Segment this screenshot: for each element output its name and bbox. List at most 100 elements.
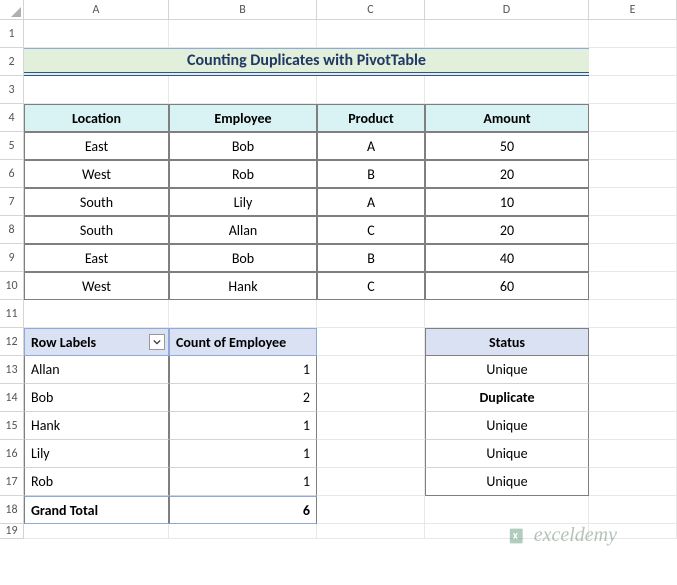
row-header-1[interactable]: 1 xyxy=(0,20,24,48)
cell-F8[interactable] xyxy=(589,216,677,244)
table-row[interactable]: 10 xyxy=(425,188,589,216)
status-cell[interactable]: Unique xyxy=(425,412,589,440)
table-row[interactable]: Rob xyxy=(169,160,317,188)
pivot-count[interactable]: 2 xyxy=(169,384,317,412)
pivot-row[interactable]: Bob xyxy=(24,384,169,412)
cell-C11[interactable] xyxy=(169,300,317,328)
table-row[interactable]: 40 xyxy=(425,244,589,272)
cell-F18[interactable] xyxy=(589,496,677,524)
cell-C3[interactable] xyxy=(169,76,317,104)
pivot-row[interactable]: Rob xyxy=(24,468,169,496)
row-header-3[interactable]: 3 xyxy=(0,76,24,104)
cell-D17[interactable] xyxy=(317,468,425,496)
select-all-corner[interactable] xyxy=(0,0,24,20)
pivot-count[interactable]: 1 xyxy=(169,356,317,384)
cell-F17[interactable] xyxy=(589,468,677,496)
cell-B19[interactable] xyxy=(24,524,169,539)
pivot-grand-total-label[interactable]: Grand Total xyxy=(24,496,169,524)
row-header-9[interactable]: 9 xyxy=(0,244,24,272)
cell-F3[interactable] xyxy=(589,76,677,104)
pivot-row-labels-header[interactable]: Row Labels xyxy=(24,328,169,356)
table-row[interactable]: East xyxy=(24,132,169,160)
cell-D18[interactable] xyxy=(317,496,425,524)
col-header-C[interactable]: C xyxy=(317,0,425,20)
table-row[interactable]: 20 xyxy=(425,216,589,244)
table1-header-product[interactable]: Product xyxy=(317,104,425,132)
cell-E11[interactable] xyxy=(425,300,589,328)
table-row[interactable]: Lily xyxy=(169,188,317,216)
table1-header-location[interactable]: Location xyxy=(24,104,169,132)
table-row[interactable]: Bob xyxy=(169,132,317,160)
row-header-18[interactable]: 18 xyxy=(0,496,24,524)
row-header-15[interactable]: 15 xyxy=(0,412,24,440)
table-row[interactable]: West xyxy=(24,160,169,188)
status-cell[interactable]: Unique xyxy=(425,440,589,468)
row-header-11[interactable]: 11 xyxy=(0,300,24,328)
row-header-4[interactable]: 4 xyxy=(0,104,24,132)
cell-E19[interactable] xyxy=(425,524,589,539)
cell-D1[interactable] xyxy=(317,20,425,48)
cell-B1[interactable] xyxy=(24,20,169,48)
status-cell[interactable]: Unique xyxy=(425,468,589,496)
cell-E1[interactable] xyxy=(425,20,589,48)
table-row[interactable]: Bob xyxy=(169,244,317,272)
cell-D12[interactable] xyxy=(317,328,425,356)
cell-F10[interactable] xyxy=(589,272,677,300)
row-header-19[interactable]: 19 xyxy=(0,524,24,539)
row-header-10[interactable]: 10 xyxy=(0,272,24,300)
table1-header-employee[interactable]: Employee xyxy=(169,104,317,132)
cell-D3[interactable] xyxy=(317,76,425,104)
table-row[interactable]: South xyxy=(24,216,169,244)
table-row[interactable]: South xyxy=(24,188,169,216)
col-header-E[interactable]: E xyxy=(589,0,677,20)
cell-F1[interactable] xyxy=(589,20,677,48)
cell-D14[interactable] xyxy=(317,384,425,412)
cell-D13[interactable] xyxy=(317,356,425,384)
cell-D15[interactable] xyxy=(317,412,425,440)
cell-C1[interactable] xyxy=(169,20,317,48)
cell-F14[interactable] xyxy=(589,384,677,412)
table-row[interactable]: East xyxy=(24,244,169,272)
pivot-count[interactable]: 1 xyxy=(169,468,317,496)
row-header-5[interactable]: 5 xyxy=(0,132,24,160)
row-header-17[interactable]: 17 xyxy=(0,468,24,496)
row-header-6[interactable]: 6 xyxy=(0,160,24,188)
cell-E18[interactable] xyxy=(425,496,589,524)
cell-F9[interactable] xyxy=(589,244,677,272)
cell-D16[interactable] xyxy=(317,440,425,468)
row-header-12[interactable]: 12 xyxy=(0,328,24,356)
col-header-A[interactable]: A xyxy=(24,0,169,20)
table-row[interactable]: Hank xyxy=(169,272,317,300)
table-row[interactable]: Allan xyxy=(169,216,317,244)
cell-E3[interactable] xyxy=(425,76,589,104)
table-row[interactable]: B xyxy=(317,160,425,188)
cell-F16[interactable] xyxy=(589,440,677,468)
cell-F6[interactable] xyxy=(589,160,677,188)
cell-F12[interactable] xyxy=(589,328,677,356)
pivot-filter-dropdown[interactable] xyxy=(149,334,165,350)
cell-C19[interactable] xyxy=(169,524,317,539)
pivot-count-header[interactable]: Count of Employee xyxy=(169,328,317,356)
table-row[interactable]: 60 xyxy=(425,272,589,300)
table-row[interactable]: 50 xyxy=(425,132,589,160)
row-header-16[interactable]: 16 xyxy=(0,440,24,468)
cell-D19[interactable] xyxy=(317,524,425,539)
status-cell[interactable]: Unique xyxy=(425,356,589,384)
col-header-B[interactable]: B xyxy=(169,0,317,20)
row-header-8[interactable]: 8 xyxy=(0,216,24,244)
cell-B11[interactable] xyxy=(24,300,169,328)
col-header-D[interactable]: D xyxy=(425,0,589,20)
table-row[interactable]: C xyxy=(317,272,425,300)
pivot-row[interactable]: Hank xyxy=(24,412,169,440)
cell-F15[interactable] xyxy=(589,412,677,440)
cell-D11[interactable] xyxy=(317,300,425,328)
cell-F7[interactable] xyxy=(589,188,677,216)
table-row[interactable]: 20 xyxy=(425,160,589,188)
cell-F4[interactable] xyxy=(589,104,677,132)
cell-F13[interactable] xyxy=(589,356,677,384)
table-row[interactable]: A xyxy=(317,132,425,160)
row-header-14[interactable]: 14 xyxy=(0,384,24,412)
cell-B3[interactable] xyxy=(24,76,169,104)
table-row[interactable]: B xyxy=(317,244,425,272)
table1-header-amount[interactable]: Amount xyxy=(425,104,589,132)
